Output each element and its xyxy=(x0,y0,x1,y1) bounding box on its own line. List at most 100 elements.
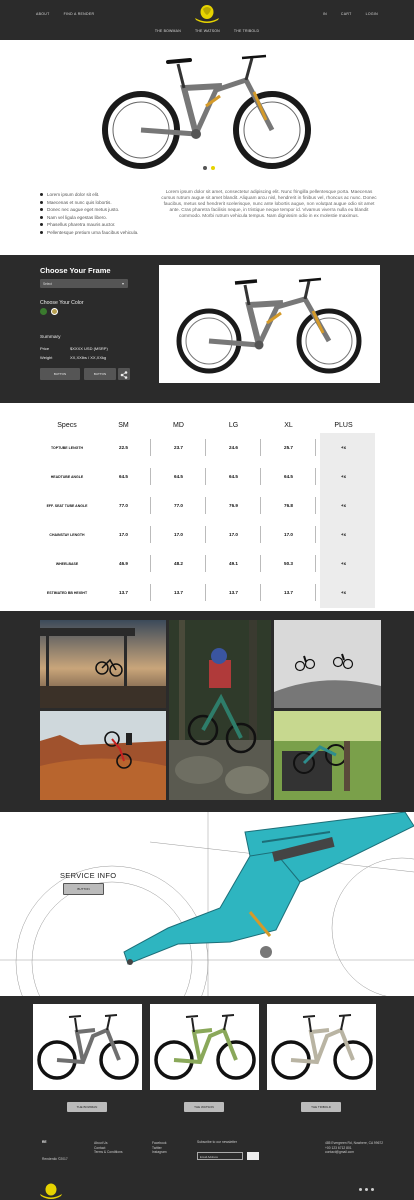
frame-preview xyxy=(159,265,380,383)
instagram-icon[interactable] xyxy=(371,1188,374,1191)
weight-label: Weight xyxy=(40,355,53,360)
footer-logo-icon[interactable] xyxy=(38,1182,64,1199)
spec-value: +x xyxy=(340,503,347,508)
nav-left: ABOUT FIND A RENDER xyxy=(36,12,94,16)
spec-value: 49.1 xyxy=(206,553,261,574)
spec-value: 23.7 xyxy=(151,437,206,458)
config-button-2[interactable]: BUTTON xyxy=(84,368,116,380)
specs-table: Specs SM MD LG XL PLUS TOPTUBE LENGTH 22.… xyxy=(38,417,378,608)
table-row: TOPTUBE LENGTH 22.5 23.7 24.6 25.7 +x xyxy=(38,433,378,462)
twitter-icon[interactable] xyxy=(365,1188,368,1191)
slide-dots xyxy=(203,166,215,170)
table-row: HEADTUBE ANGLE 64.5 64.5 64.5 64.5 +x xyxy=(38,462,378,491)
list-item: Donec nec augue eget metus justo. xyxy=(40,206,138,214)
bullet-icon xyxy=(40,208,43,212)
specs-header-row: Specs SM MD LG XL PLUS xyxy=(38,417,378,433)
nav-right: IN CART LOGIN xyxy=(323,12,378,16)
spec-value: 76.9 xyxy=(206,495,261,516)
preview-bike-image xyxy=(176,277,362,374)
list-item: Lorem ipsum dolor sit elit. xyxy=(40,191,138,199)
hero-description: Lorem ipsum dolor sit amet, consectetur … xyxy=(161,189,377,218)
gallery-photo-rider-forest[interactable] xyxy=(169,620,271,800)
bullet-icon xyxy=(40,215,43,219)
gallery-photo-bike-truck[interactable] xyxy=(274,711,381,800)
subnav-tribold[interactable]: THE TRIBOLD xyxy=(234,29,259,33)
footer-link-instagram[interactable]: Instagram xyxy=(152,1150,167,1155)
model-button-watson[interactable]: THE WATSON xyxy=(184,1102,224,1112)
table-row: WHEELBASE 46.9 48.2 49.1 50.3 +x xyxy=(38,549,378,578)
spec-label: CHAINSTAY LENGTH xyxy=(49,532,85,537)
footer-brand: RE xyxy=(42,1140,47,1144)
spec-value: +x xyxy=(340,561,347,566)
footer-link-facebook[interactable]: Facebook xyxy=(152,1141,167,1146)
price-value: $XXXX USD (MSRP) xyxy=(70,346,108,351)
model-button-tribold[interactable]: THE TRIBOLD xyxy=(301,1102,341,1112)
newsletter-submit-button[interactable] xyxy=(247,1152,259,1160)
model-subnav: THE BOWMAN THE WATSON THE TRIBOLD xyxy=(0,29,414,33)
nav-link-about[interactable]: ABOUT xyxy=(36,12,50,16)
subnav-watson[interactable]: THE WATSON xyxy=(195,29,220,33)
spec-value: 64.5 xyxy=(151,466,206,487)
footer-copyright: Renderdic ©2017 xyxy=(42,1157,68,1161)
site-header: ABOUT FIND A RENDER IN CART LOGIN THE BO… xyxy=(0,0,414,40)
specs-header: Specs xyxy=(57,421,77,429)
service-title: SERVICE INFO xyxy=(60,871,117,880)
spec-value: 50.3 xyxy=(261,553,316,574)
specs-body: TOPTUBE LENGTH 22.5 23.7 24.6 25.7 +x HEADTUBE… xyxy=(38,433,378,608)
nav-link-find-render[interactable]: FIND A RENDER xyxy=(64,12,95,16)
model-card-tribold[interactable] xyxy=(267,1004,376,1090)
page: ABOUT FIND A RENDER IN CART LOGIN THE BO… xyxy=(0,0,414,1200)
facebook-icon[interactable] xyxy=(359,1188,362,1191)
spec-value: +x xyxy=(340,445,347,450)
slide-dot-2[interactable] xyxy=(211,166,215,170)
address-line: 485 Evergreen Rd, Nowhere, CA 99672 xyxy=(325,1141,384,1145)
share-button[interactable] xyxy=(118,368,130,380)
gallery-photo-desert-wheelie[interactable] xyxy=(40,711,166,800)
frame-select[interactable]: Select ▾ xyxy=(40,279,128,288)
social-icons xyxy=(359,1188,374,1191)
spec-value: +x xyxy=(340,474,347,479)
newsletter-email-input[interactable]: Email Address xyxy=(197,1152,243,1160)
geometry-specs: Specs SM MD LG XL PLUS TOPTUBE LENGTH 22.… xyxy=(0,403,414,611)
table-row: ESTIMATED BB HEIGHT 13.7 13.7 13.7 13.7 +x xyxy=(38,578,378,607)
subnav-bowman[interactable]: THE BOWMAN xyxy=(155,29,181,33)
footer-address: 485 Evergreen Rd, Nowhere, CA 99672 +00 … xyxy=(325,1141,383,1155)
size-header-xl: XL xyxy=(284,421,293,429)
brand-logo-icon[interactable] xyxy=(192,3,222,23)
feature-list: Lorem ipsum dolor sit elit. Maecenas et … xyxy=(40,191,138,236)
footer-link-terms[interactable]: Terms & Conditions xyxy=(94,1150,123,1155)
gallery-photo-sky-jump[interactable] xyxy=(274,620,381,708)
config-button-1[interactable]: BUTTON xyxy=(40,368,80,380)
spec-value: 13.7 xyxy=(261,582,316,603)
hero-section: Lorem ipsum dolor sit elit. Maecenas et … xyxy=(0,40,414,255)
spec-value: 25.7 xyxy=(261,437,316,458)
slide-dot-1[interactable] xyxy=(203,166,207,170)
bullet-icon xyxy=(40,230,43,234)
spec-value: 76.8 xyxy=(261,495,316,516)
share-icon xyxy=(120,371,128,379)
footer-links-social: Facebook Twitter Instagram xyxy=(152,1141,167,1155)
bullet-icon xyxy=(40,193,43,197)
price-label: Price xyxy=(40,346,50,351)
color-swatch-green[interactable] xyxy=(40,308,47,315)
spec-label: TOPTUBE LENGTH xyxy=(50,445,84,450)
color-swatch-tan[interactable] xyxy=(51,308,58,315)
size-header-md: MD xyxy=(173,421,184,429)
table-row: CHAINSTAY LENGTH 17.0 17.0 17.0 17.0 +x xyxy=(38,520,378,549)
model-card-watson[interactable] xyxy=(150,1004,259,1090)
spec-value: 13.7 xyxy=(151,582,206,603)
spec-value: 17.0 xyxy=(151,524,206,545)
service-button[interactable]: BUTTON xyxy=(63,883,104,895)
nav-link-cart[interactable]: CART xyxy=(341,12,352,16)
nav-link-in[interactable]: IN xyxy=(323,12,327,16)
list-item: Maecenas et nunc quis lobortis. xyxy=(40,199,138,207)
email-line: contact@gmail.com xyxy=(325,1150,354,1155)
model-card-bowman[interactable] xyxy=(33,1004,142,1090)
spec-value: 17.0 xyxy=(206,524,261,545)
spec-value: 46.9 xyxy=(96,553,151,574)
weight-value: XX,XXlbs / XX,XXkg xyxy=(70,355,107,360)
model-button-bowman[interactable]: THE BOWMAN xyxy=(67,1102,107,1112)
gallery-photo-sunset-jump[interactable] xyxy=(40,620,166,708)
size-header-sm: SM xyxy=(118,421,129,429)
nav-link-login[interactable]: LOGIN xyxy=(366,12,378,16)
